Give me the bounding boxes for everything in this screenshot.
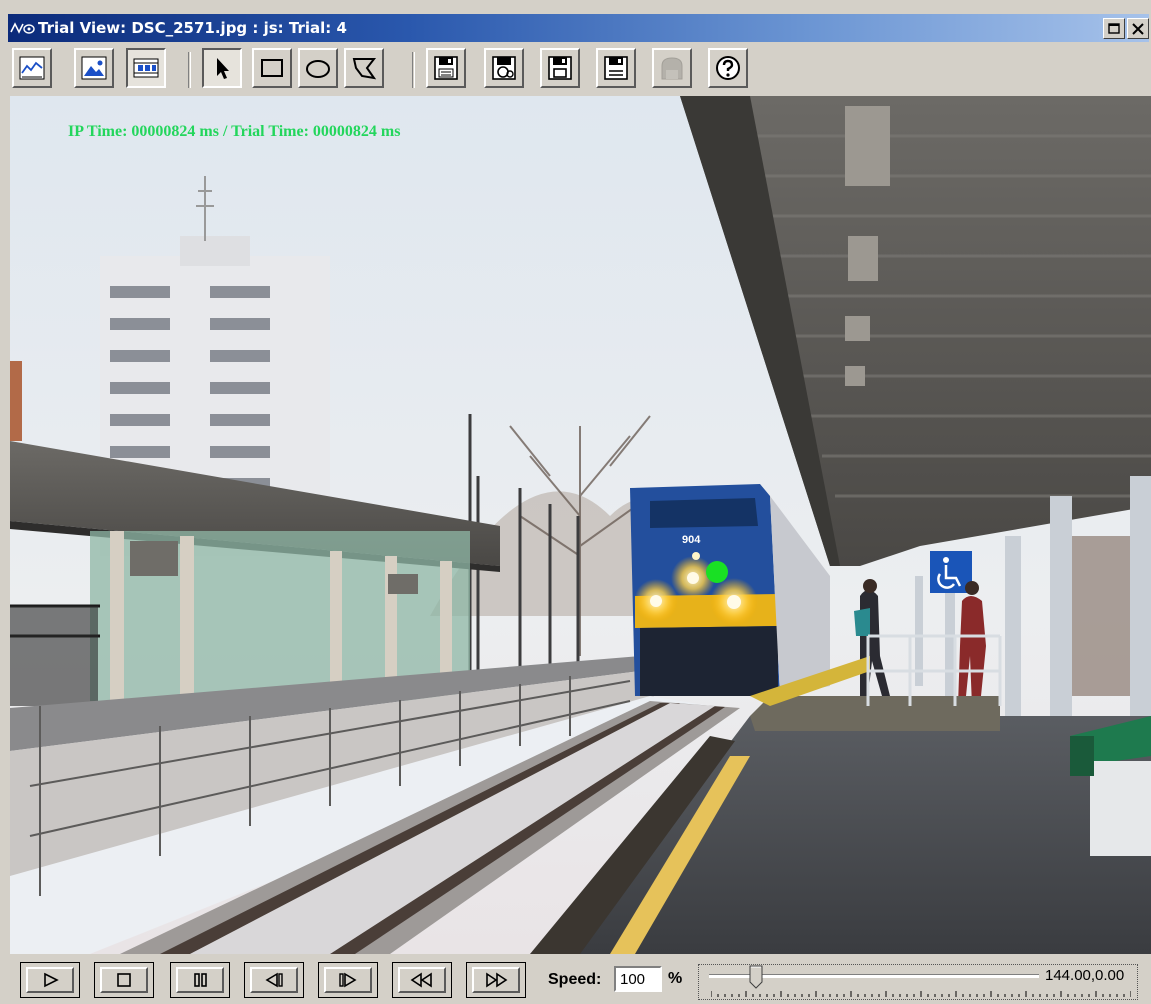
station-photo: 904 [10,96,1151,954]
rewind-button[interactable] [392,962,452,998]
trial-view-window: Trial View: DSC_2571.jpg : js: Trial: 4 [0,0,1151,1004]
step-back-icon [265,972,283,988]
step-forward-icon [339,972,357,988]
toolbar-separator [188,52,191,88]
select-tool-button[interactable] [202,48,242,88]
save-movie-button[interactable] [484,48,524,88]
save-icon [434,56,458,80]
stop-icon [117,973,131,987]
toolbar [10,48,1145,92]
line-chart-icon [19,56,45,80]
ellipse-icon [306,60,330,78]
close-button[interactable] [1127,18,1149,39]
pause-icon [194,973,207,987]
rectangle-tool-button[interactable] [252,48,292,88]
step-back-button[interactable] [244,962,304,998]
title-bar-band: Trial View: DSC_2571.jpg : js: Trial: 4 [8,14,1149,42]
pause-button[interactable] [170,962,230,998]
arrow-cursor-icon [217,58,229,79]
speed-input[interactable] [614,966,662,992]
building-icon [661,57,683,80]
rectangle-icon [261,59,283,77]
toolbar-separator [412,52,415,88]
polygon-tool-button[interactable] [344,48,384,88]
eye-wave-icon [8,14,38,42]
gaze-point-marker [706,561,728,583]
save-icon [604,56,628,80]
stop-button[interactable] [94,962,154,998]
maximize-icon [1108,22,1120,34]
fast-forward-icon [486,972,508,988]
play-button[interactable] [20,962,80,998]
rewind-icon [410,972,432,988]
fast-forward-button[interactable] [466,962,526,998]
image-viewport[interactable]: 904 IP Time: 00000824 ms / Trial Time: 0… [10,96,1151,954]
percent-label: % [668,970,683,987]
polygon-icon [352,58,377,80]
save-icon [548,56,572,80]
film-view-button[interactable] [126,48,166,88]
playback-bar: Speed: % 144.00,0.00 [0,956,1151,1004]
ellipse-tool-button[interactable] [298,48,338,88]
window-title: Trial View: DSC_2571.jpg : js: Trial: 4 [38,19,347,37]
maximize-button[interactable] [1103,18,1125,39]
image-icon [81,56,107,80]
slider-ticks [711,991,1131,997]
save-as-button[interactable] [596,48,636,88]
title-bar: Trial View: DSC_2571.jpg : js: Trial: 4 [4,0,1151,42]
save-data-button[interactable] [540,48,580,88]
chart-view-button[interactable] [12,48,52,88]
save-icon [492,56,516,80]
image-view-button[interactable] [74,48,114,88]
slider-value: 144.00,0.00 [1045,967,1125,984]
svg-text:904: 904 [682,534,701,546]
speed-label: Speed: [548,971,602,988]
play-icon [44,972,59,988]
step-forward-button[interactable] [318,962,378,998]
help-button[interactable] [708,48,748,88]
film-strip-icon [133,58,159,78]
help-icon [716,56,740,80]
close-icon [1132,22,1144,35]
window-controls [1103,18,1149,39]
time-overlay: IP Time: 00000824 ms / Trial Time: 00000… [68,123,401,140]
slider-thumb[interactable] [749,965,763,989]
disabled-tool-button[interactable] [652,48,692,88]
save-image-button[interactable] [426,48,466,88]
time-slider[interactable]: 144.00,0.00 [698,964,1138,1000]
